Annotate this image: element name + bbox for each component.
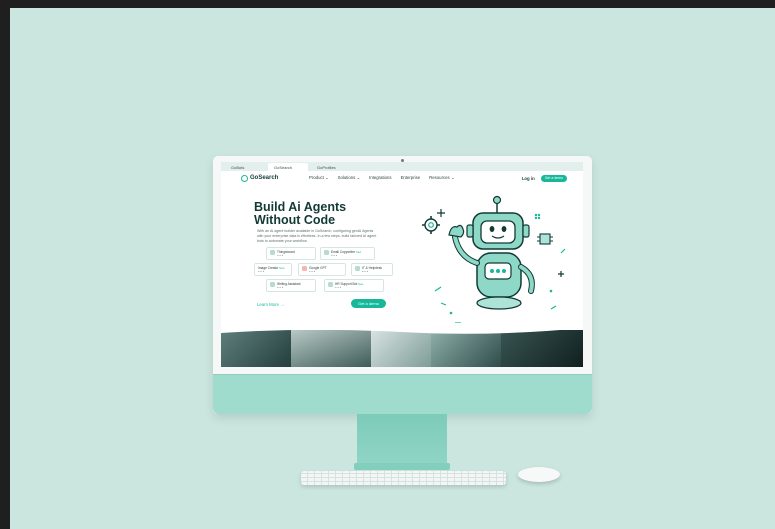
agent-card[interactable]: Writing Assistant ● ● ● [266,279,316,292]
agent-icon [270,250,275,255]
imac-chin [213,374,592,414]
hero-title: Build Ai Agents Without Code [254,200,347,227]
login-link[interactable]: Log in [522,176,535,181]
agent-icon [328,282,333,287]
learn-more-link[interactable]: Learn More → [257,302,284,307]
mockup-scene: GoBots GoSearch GoProfiles GoSearch Prod… [10,8,775,529]
logo-icon [241,174,248,182]
main-menu: Product ⌄ Solutions ⌄ Integrations Enter… [309,175,455,181]
site-header: GoSearch Product ⌄ Solutions ⌄ Integrati… [221,171,583,185]
imac-stand [357,414,447,470]
agent-icon [270,282,275,287]
agent-icon [302,266,307,271]
header-demo-button[interactable]: Get a demo [540,174,567,182]
brand-name: GoSearch [250,175,279,181]
menu-item-integrations[interactable]: Integrations [369,175,391,181]
agent-card[interactable]: Thingsboard ● ● ● [266,247,316,260]
gear-icon [422,216,440,234]
hero-section: Build Ai Agents Without Code With an AI … [221,185,583,335]
agent-card[interactable]: IT & Helpdesk ● ● ● [351,263,393,276]
tab-gosearch[interactable]: GoSearch [268,163,308,171]
agent-cards: Thingsboard ● ● ● Email Copywriter New ● ●… [254,247,394,295]
menu-item-resources[interactable]: Resources ⌄ [429,175,454,181]
agent-card[interactable]: HR Support Bot New ● ● ● [324,279,384,292]
agent-card[interactable]: Google GPT ● ● ● [298,263,346,276]
robot-mascot-icon [422,195,566,335]
nav-actions: Log in Get a demo [522,174,567,182]
agent-card[interactable]: Image Creator New ● ● ● [254,263,292,276]
chip-icon [537,233,553,245]
imac-stand-foot [354,463,450,470]
tab-gobots[interactable]: GoBots [225,163,265,171]
menu-item-enterprise[interactable]: Enterprise [401,175,421,181]
menu-item-solutions[interactable]: Solutions ⌄ [338,175,360,181]
keyboard [301,471,506,485]
menu-item-product[interactable]: Product ⌄ [309,175,329,181]
hero-description: With an AI agent builder available in Go… [257,229,377,243]
website-screen: GoBots GoSearch GoProfiles GoSearch Prod… [221,162,583,367]
browser-tabbar: GoBots GoSearch GoProfiles [221,162,583,171]
get-demo-button[interactable]: Get a demo [351,299,386,308]
agent-icon [324,250,329,255]
agent-card[interactable]: Email Copywriter New ● ● ● [320,247,375,260]
hero-wave-divider [221,323,583,334]
mouse [518,467,560,482]
tab-goprofiles[interactable]: GoProfiles [311,163,351,171]
brand-logo[interactable]: GoSearch [241,174,309,182]
agent-icon [355,266,360,271]
